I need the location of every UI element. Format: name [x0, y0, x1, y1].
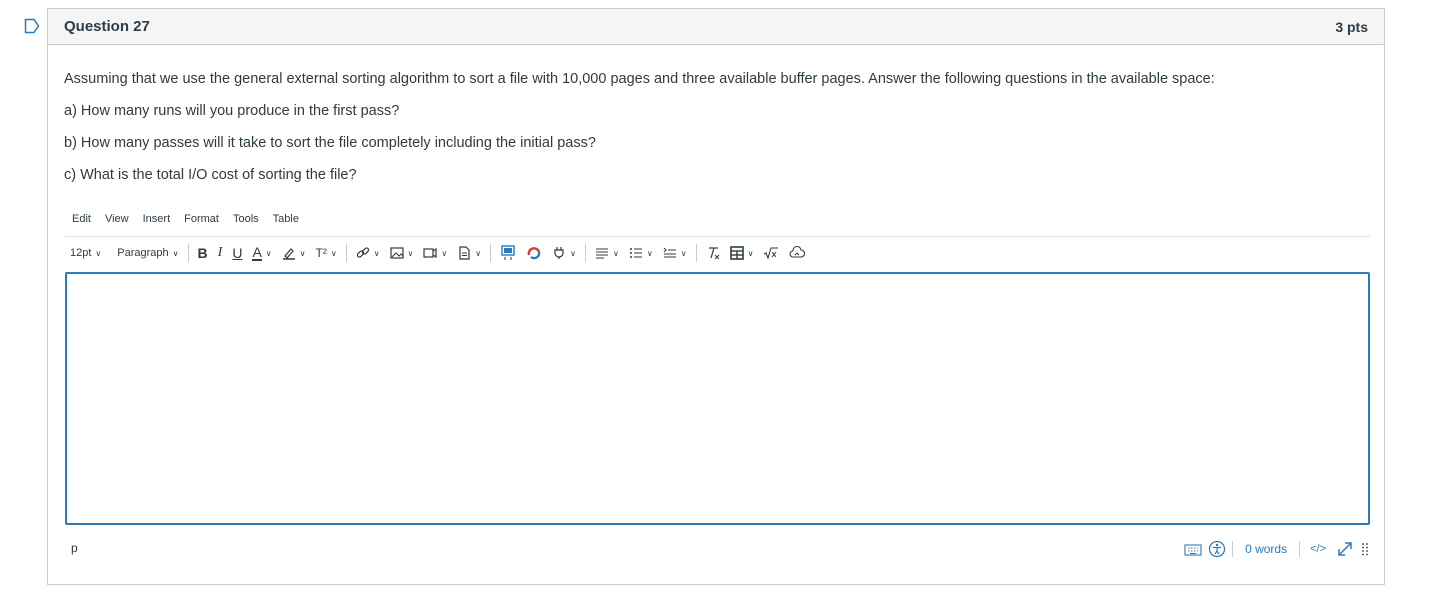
editor-toolbar: 12pt ∨ Paragraph ∨ B I U A ∨ ∨ T² ∨ ∨ ∨ …: [65, 241, 810, 265]
document-icon: [459, 246, 470, 260]
keyboard-shortcuts-icon[interactable]: [1184, 542, 1202, 556]
menu-tools[interactable]: Tools: [226, 213, 266, 225]
chevron-down-icon: ∨: [407, 248, 414, 258]
block-format-value: Paragraph: [117, 247, 169, 259]
document-button[interactable]: ∨: [452, 241, 486, 265]
rich-text-editor-area[interactable]: [65, 272, 1370, 525]
statusbar-actions: 0 words </>: [1184, 539, 1370, 559]
link-icon: [356, 247, 369, 258]
text-color-label: A: [252, 244, 262, 261]
embed-icon: [501, 245, 515, 260]
chevron-down-icon: ∨: [747, 248, 754, 258]
clear-formatting-button[interactable]: [701, 241, 725, 265]
statusbar-divider: [1299, 541, 1301, 557]
chevron-down-icon: ∨: [373, 248, 380, 258]
math-equation-button[interactable]: [758, 241, 784, 265]
accessibility-checker-icon[interactable]: [1208, 540, 1226, 558]
question-part-b: b) How many passes will it take to sort …: [64, 135, 596, 151]
statusbar-divider: [1232, 541, 1234, 557]
chevron-down-icon: ∨: [299, 248, 306, 258]
toolbar-divider: [695, 244, 697, 262]
menu-view[interactable]: View: [98, 213, 136, 225]
flag-question-icon[interactable]: [24, 18, 40, 34]
image-icon: [389, 247, 404, 259]
table-button[interactable]: ∨: [725, 241, 759, 265]
italic-button[interactable]: I: [213, 241, 228, 265]
menu-edit[interactable]: Edit: [65, 213, 98, 225]
clear-formatting-icon: [708, 247, 719, 260]
word-count[interactable]: 0 words: [1239, 542, 1293, 556]
chevron-down-icon: ∨: [680, 248, 687, 258]
cloud-upload-button[interactable]: [784, 241, 810, 265]
media-button[interactable]: ∨: [418, 241, 452, 265]
question-paragraph: Assuming that we use the general externa…: [64, 71, 1215, 87]
plug-icon: [554, 247, 564, 259]
embed-button[interactable]: [495, 241, 521, 265]
text-color-button[interactable]: A ∨: [247, 241, 276, 265]
align-left-icon: [595, 248, 608, 259]
chevron-down-icon: ∨: [646, 248, 653, 258]
fullscreen-expand-icon[interactable]: [1336, 540, 1354, 558]
table-icon: [729, 246, 744, 260]
italic-label: I: [217, 245, 223, 260]
superscript-button[interactable]: T² ∨: [311, 241, 342, 265]
element-path[interactable]: p: [71, 541, 78, 555]
superscript-label: T²: [315, 246, 327, 260]
toolbar-divider: [187, 244, 189, 262]
apps-plug-button[interactable]: ∨: [547, 241, 581, 265]
editor-statusbar: p 0 words </>: [65, 539, 1370, 559]
font-size-value: 12pt: [70, 247, 92, 259]
chevron-down-icon: ∨: [612, 248, 619, 258]
toolbar-divider: [490, 244, 492, 262]
chevron-down-icon: ∨: [441, 248, 448, 258]
cloud-icon: [789, 246, 806, 258]
bold-label: B: [197, 245, 208, 261]
highlight-color-button[interactable]: ∨: [277, 241, 311, 265]
font-size-dropdown[interactable]: 12pt ∨: [65, 241, 106, 265]
highlighter-icon: [282, 248, 295, 260]
underline-label: U: [232, 245, 243, 261]
resize-handle-icon[interactable]: [1360, 541, 1370, 557]
question-part-c: c) What is the total I/O cost of sorting…: [64, 167, 357, 183]
underline-button[interactable]: U: [227, 241, 247, 265]
chevron-down-icon: ∨: [330, 248, 337, 258]
toolbar-divider: [584, 244, 586, 262]
chevron-down-icon: ∨: [475, 248, 482, 258]
question-points: 3 pts: [1335, 18, 1368, 35]
html-editor-toggle[interactable]: </>: [1306, 543, 1330, 555]
toolbar-divider: [345, 244, 347, 262]
list-button[interactable]: ∨: [624, 241, 658, 265]
block-format-dropdown[interactable]: Paragraph ∨: [112, 241, 183, 265]
link-button[interactable]: ∨: [351, 241, 385, 265]
question-title: Question 27: [64, 18, 150, 35]
lti-tool-button[interactable]: [521, 241, 547, 265]
media-icon: [423, 247, 438, 259]
question-part-a: a) How many runs will you produce in the…: [64, 103, 400, 119]
menu-insert[interactable]: Insert: [136, 213, 178, 225]
menu-table[interactable]: Table: [266, 213, 306, 225]
square-root-icon: [764, 247, 779, 260]
indent-icon: [663, 247, 676, 258]
tool-icon: [527, 247, 541, 260]
bold-button[interactable]: B: [193, 241, 213, 265]
editor-menubar: Edit View Insert Format Tools Table: [65, 213, 306, 225]
menubar-divider: [65, 236, 1370, 237]
chevron-down-icon: ∨: [172, 248, 179, 258]
question-header: Question 27 3 pts: [48, 9, 1384, 45]
align-button[interactable]: ∨: [590, 241, 624, 265]
chevron-down-icon: ∨: [265, 248, 272, 258]
indent-button[interactable]: ∨: [658, 241, 692, 265]
bullet-list-icon: [629, 248, 642, 258]
chevron-down-icon: ∨: [570, 248, 576, 258]
menu-format[interactable]: Format: [177, 213, 226, 225]
image-button[interactable]: ∨: [385, 241, 419, 265]
question-text: Assuming that we use the general externa…: [64, 69, 1215, 197]
chevron-down-icon: ∨: [95, 248, 102, 258]
question-card: Question 27 3 pts Assuming that we use t…: [47, 8, 1385, 585]
